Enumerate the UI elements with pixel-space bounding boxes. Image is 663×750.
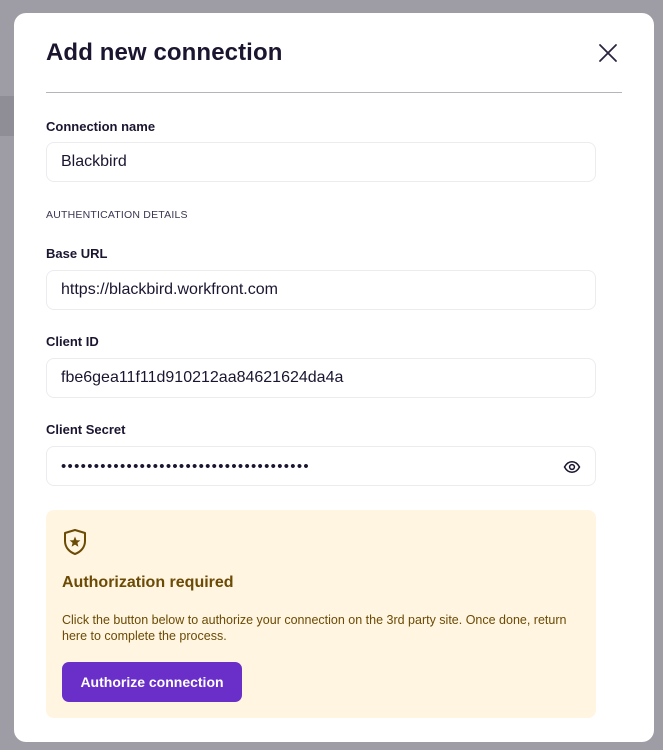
- authentication-details-heading: AUTHENTICATION DETAILS: [46, 209, 188, 221]
- client-secret-field[interactable]: [46, 446, 596, 486]
- shield-star-icon: [64, 529, 86, 555]
- dialog-title: Add new connection: [46, 39, 283, 66]
- connection-name-label: Connection name: [46, 119, 156, 134]
- close-button[interactable]: [596, 41, 620, 65]
- client-secret-input[interactable]: [61, 457, 581, 475]
- connection-name-field[interactable]: [46, 142, 596, 182]
- client-id-field[interactable]: [46, 358, 596, 398]
- connection-name-input[interactable]: [61, 153, 581, 171]
- authorization-title: Authorization required: [62, 574, 234, 591]
- authorization-description: Click the button below to authorize your…: [62, 613, 567, 643]
- client-id-label: Client ID: [46, 334, 99, 349]
- base-url-label: Base URL: [46, 246, 108, 261]
- base-url-input[interactable]: [61, 281, 581, 299]
- title-divider: [46, 92, 622, 93]
- authorize-connection-button[interactable]: Authorize connection: [62, 662, 242, 702]
- eye-icon: [563, 460, 581, 474]
- toggle-secret-visibility-button[interactable]: [563, 458, 581, 476]
- authorization-required-panel: Authorization required Click the button …: [46, 510, 596, 718]
- close-icon: [599, 44, 617, 62]
- client-secret-label: Client Secret: [46, 422, 126, 437]
- base-url-field[interactable]: [46, 270, 596, 310]
- add-connection-dialog: Add new connection Connection name AUTHE…: [14, 13, 654, 742]
- client-id-input[interactable]: [61, 369, 581, 387]
